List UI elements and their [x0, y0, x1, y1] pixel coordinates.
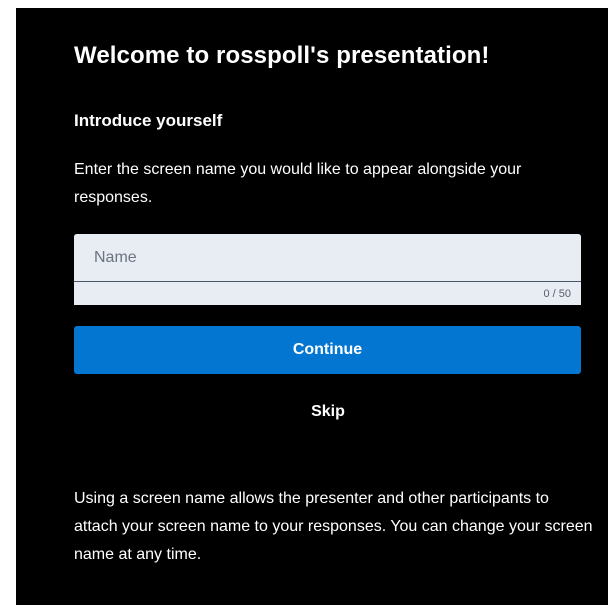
section-heading: Introduce yourself — [74, 111, 223, 130]
screen-name-note: Using a screen name allows the presenter… — [74, 490, 593, 563]
name-input[interactable] — [74, 234, 581, 282]
character-counter: 0 / 50 — [543, 288, 571, 300]
name-field: 0 / 50 — [74, 234, 581, 305]
skip-button[interactable]: Skip — [287, 395, 369, 429]
instructions-text: Enter the screen name you would like to … — [74, 161, 522, 206]
continue-button[interactable]: Continue — [74, 326, 581, 374]
page-title: Welcome to rosspoll's presentation! — [74, 42, 490, 69]
welcome-panel: Welcome to rosspoll's presentation! Intr… — [16, 8, 608, 605]
